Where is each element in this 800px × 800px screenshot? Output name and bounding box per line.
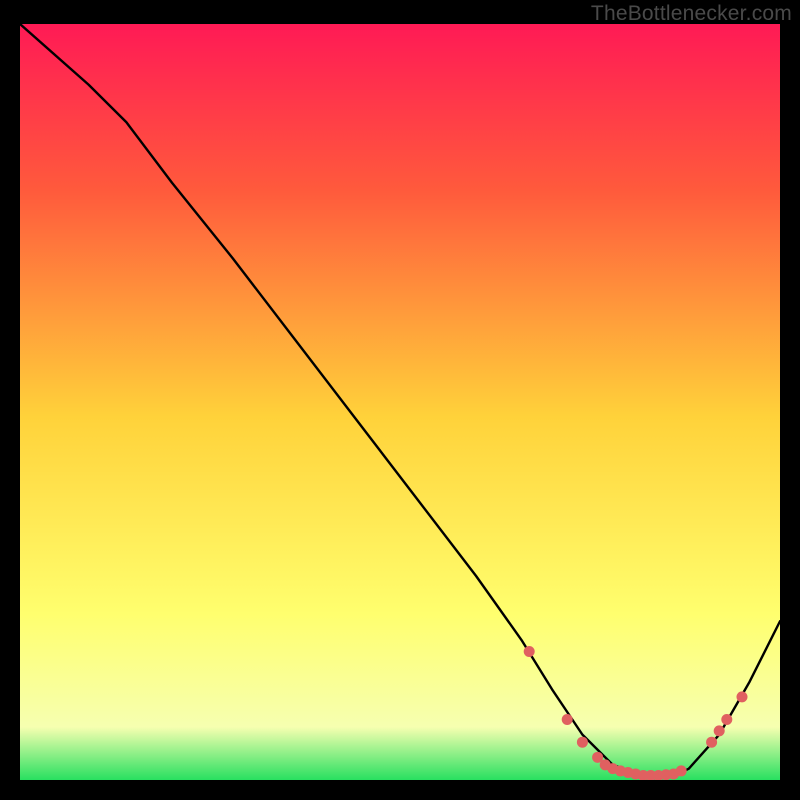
plot-svg <box>20 24 780 780</box>
chart-canvas: TheBottlenecker.com <box>0 0 800 800</box>
marker-point <box>562 714 573 725</box>
marker-point <box>706 737 717 748</box>
plot-frame <box>20 24 780 780</box>
marker-point <box>721 714 732 725</box>
marker-point <box>577 737 588 748</box>
gradient-background <box>20 24 780 780</box>
marker-point <box>737 691 748 702</box>
watermark-text: TheBottlenecker.com <box>591 2 792 26</box>
marker-point <box>714 725 725 736</box>
marker-point <box>524 646 535 657</box>
marker-point <box>676 765 687 776</box>
